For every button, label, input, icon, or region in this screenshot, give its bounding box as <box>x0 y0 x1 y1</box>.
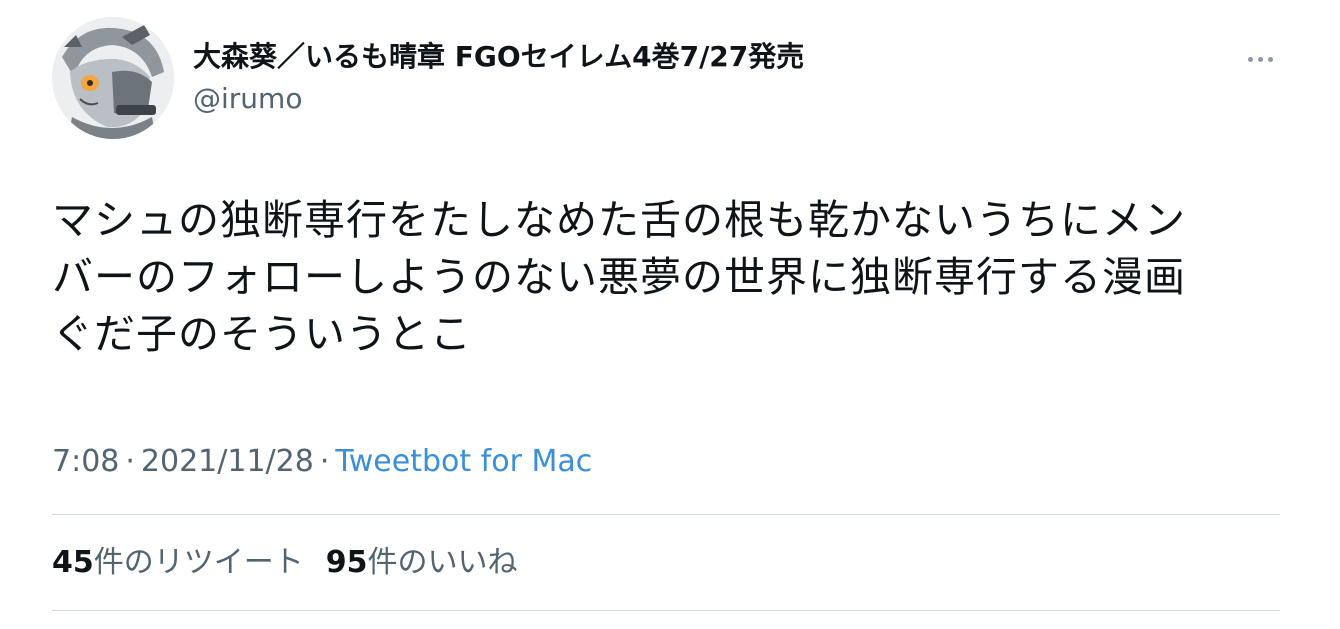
more-dot <box>1267 56 1273 62</box>
more-dot <box>1257 56 1263 62</box>
author-handle[interactable]: @irumo <box>193 80 804 118</box>
more-options-button[interactable] <box>1240 44 1280 74</box>
tweet-stats: 45件のリツイート 95件のいいね <box>52 543 518 583</box>
tweet-detail: 大森葵／いるも晴章 FGOセイレム4巻7/27発売 @irumo マシュの独断専… <box>0 0 1340 629</box>
likes-label: 件のいいね <box>367 545 518 580</box>
meta-separator: · <box>319 444 330 479</box>
tweet-meta: 7:08 · 2021/11/28 · Tweetbot for Mac <box>52 442 592 482</box>
more-horizontal-icon <box>1247 56 1273 62</box>
likes-stat[interactable]: 95件のいいね <box>326 543 518 583</box>
retweets-count: 45 <box>52 545 94 580</box>
tweet-date[interactable]: 2021/11/28 <box>141 444 314 479</box>
more-dot <box>1247 56 1253 62</box>
meta-separator: · <box>125 444 135 479</box>
author-display-name[interactable]: 大森葵／いるも晴章 FGOセイレム4巻7/27発売 <box>193 38 804 76</box>
author-info: 大森葵／いるも晴章 FGOセイレム4巻7/27発売 @irumo <box>193 38 804 118</box>
avatar[interactable] <box>52 17 174 139</box>
divider <box>52 610 1280 611</box>
tweet-source-link[interactable]: Tweetbot for Mac <box>335 444 592 479</box>
retweets-label: 件のリツイート <box>93 545 304 580</box>
retweets-stat[interactable]: 45件のリツイート <box>52 543 304 583</box>
avatar-illustration <box>52 17 174 139</box>
tweet-text: マシュの独断専行をたしなめた舌の根も乾かないうちにメン バーのフォローしようのな… <box>52 196 1186 358</box>
tweet-time[interactable]: 7:08 <box>52 444 119 479</box>
likes-count: 95 <box>325 545 368 580</box>
divider <box>52 514 1280 515</box>
